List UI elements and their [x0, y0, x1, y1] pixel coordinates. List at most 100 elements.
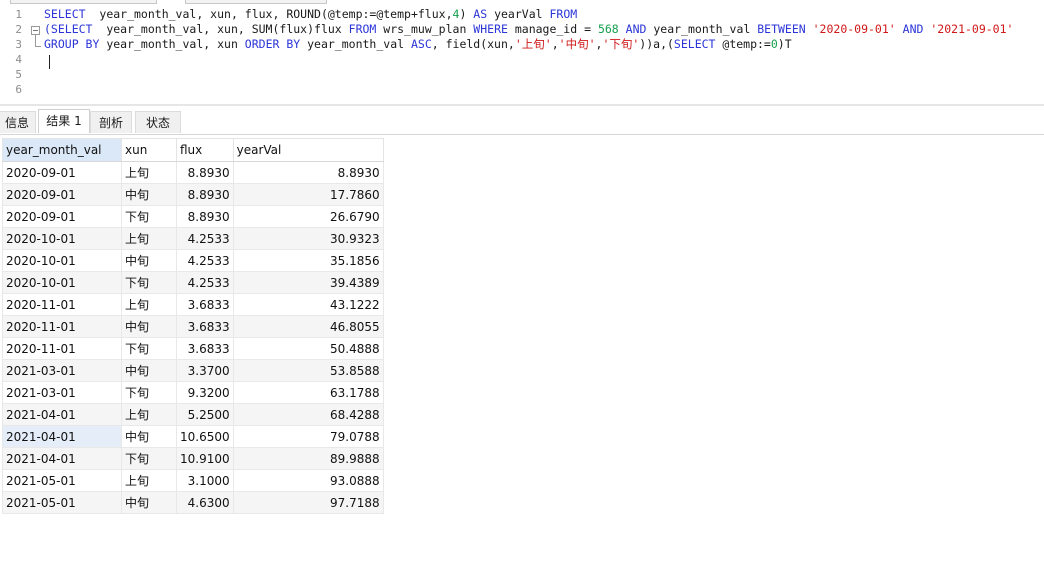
column-header-yearval[interactable]: yearVal [232, 138, 384, 162]
cell-year-month-val[interactable]: 2020-09-01 [2, 183, 122, 206]
cell-year-month-val[interactable]: 2020-10-01 [2, 227, 122, 250]
column-header-year-month-val[interactable]: year_month_val [2, 138, 122, 162]
cell-xun[interactable]: 下旬 [121, 337, 177, 360]
table-row[interactable]: 2020-11-01 上旬 3.6833 43.1222 [2, 293, 384, 316]
table-row[interactable]: 2020-09-01 中旬 8.8930 17.7860 [2, 183, 384, 206]
table-row[interactable]: 2021-05-01 上旬 3.1000 93.0888 [2, 469, 384, 492]
cell-xun[interactable]: 下旬 [121, 205, 177, 228]
cell-xun[interactable]: 下旬 [121, 447, 177, 470]
cell-xun[interactable]: 上旬 [121, 469, 177, 492]
cell-xun[interactable]: 中旬 [121, 425, 177, 448]
cell-yearval[interactable]: 63.1788 [232, 381, 384, 404]
table-row[interactable]: 2020-09-01 下旬 8.8930 26.6790 [2, 205, 384, 228]
result-grid[interactable]: year_month_val xun flux yearVal 2020-09-… [2, 138, 384, 514]
sql-editor[interactable]: 1 2 3 4 5 6 SELECT year_month_val, xun, … [0, 4, 1044, 104]
cell-xun[interactable]: 中旬 [121, 183, 177, 206]
cell-xun[interactable]: 中旬 [121, 359, 177, 382]
cell-year-month-val[interactable]: 2020-09-01 [2, 205, 122, 228]
cell-year-month-val[interactable]: 2020-09-01 [2, 161, 122, 184]
table-row[interactable]: 2021-04-01 下旬 10.9100 89.9888 [2, 447, 384, 470]
table-row[interactable]: 2020-10-01 上旬 4.2533 30.9323 [2, 227, 384, 250]
cell-xun[interactable]: 上旬 [121, 403, 177, 426]
cell-yearval[interactable]: 93.0888 [232, 469, 384, 492]
cell-flux[interactable]: 4.6300 [176, 491, 234, 514]
table-row[interactable]: 2021-04-01 上旬 5.2500 68.4288 [2, 403, 384, 426]
cell-yearval[interactable]: 46.8055 [232, 315, 384, 338]
cell-flux[interactable]: 4.2533 [176, 249, 234, 272]
table-row[interactable]: 2020-11-01 下旬 3.6833 50.4888 [2, 337, 384, 360]
cell-yearval[interactable]: 26.6790 [232, 205, 384, 228]
line-number: 4 [15, 53, 22, 66]
cell-year-month-val[interactable]: 2020-11-01 [2, 315, 122, 338]
cell-flux[interactable]: 4.2533 [176, 271, 234, 294]
cell-xun[interactable]: 上旬 [121, 227, 177, 250]
cell-year-month-val[interactable]: 2020-11-01 [2, 337, 122, 360]
cell-yearval[interactable]: 30.9323 [232, 227, 384, 250]
fold-toggle-icon[interactable] [31, 26, 40, 35]
cell-xun[interactable]: 下旬 [121, 271, 177, 294]
editor-splitter[interactable] [0, 104, 1044, 106]
cell-yearval[interactable]: 53.8588 [232, 359, 384, 382]
cell-xun[interactable]: 上旬 [121, 293, 177, 316]
cell-flux[interactable]: 8.8930 [176, 205, 234, 228]
cell-yearval[interactable]: 17.7860 [232, 183, 384, 206]
cell-yearval[interactable]: 89.9888 [232, 447, 384, 470]
cell-flux[interactable]: 3.6833 [176, 293, 234, 316]
cell-xun[interactable]: 上旬 [121, 161, 177, 184]
cell-flux[interactable]: 9.3200 [176, 381, 234, 404]
code-token: SELECT [44, 7, 86, 21]
cell-flux[interactable]: 5.2500 [176, 403, 234, 426]
cell-xun[interactable]: 下旬 [121, 381, 177, 404]
table-row[interactable]: 2020-11-01 中旬 3.6833 46.8055 [2, 315, 384, 338]
cell-yearval[interactable]: 97.7188 [232, 491, 384, 514]
code-token: '2020-09-01' [812, 22, 896, 36]
table-row[interactable]: 2020-10-01 中旬 4.2533 35.1856 [2, 249, 384, 272]
cell-flux[interactable]: 4.2533 [176, 227, 234, 250]
line-number: 2 [15, 23, 22, 36]
tab-info[interactable]: 信息 [0, 111, 36, 133]
table-row[interactable]: 2021-03-01 中旬 3.3700 53.8588 [2, 359, 384, 382]
cell-year-month-val[interactable]: 2021-03-01 [2, 381, 122, 404]
cell-year-month-val[interactable]: 2020-10-01 [2, 249, 122, 272]
fold-guide-end [35, 46, 41, 47]
cell-flux[interactable]: 8.8930 [176, 183, 234, 206]
tab-status[interactable]: 状态 [135, 111, 181, 133]
cell-yearval[interactable]: 68.4288 [232, 403, 384, 426]
tab-result-1[interactable]: 结果 1 [38, 109, 90, 133]
cell-year-month-val[interactable]: 2021-04-01 [2, 425, 122, 448]
cell-year-month-val[interactable]: 2021-03-01 [2, 359, 122, 382]
table-row[interactable]: 2021-05-01 中旬 4.6300 97.7188 [2, 491, 384, 514]
cell-year-month-val[interactable]: 2020-11-01 [2, 293, 122, 316]
cell-flux[interactable]: 3.1000 [176, 469, 234, 492]
cell-yearval[interactable]: 79.0788 [232, 425, 384, 448]
cell-xun[interactable]: 中旬 [121, 249, 177, 272]
tab-profile[interactable]: 剖析 [90, 111, 132, 133]
table-row[interactable]: 2020-09-01 上旬 8.8930 8.8930 [2, 161, 384, 184]
table-row[interactable]: 2021-04-01 中旬 10.6500 79.0788 [2, 425, 384, 448]
table-row[interactable]: 2020-10-01 下旬 4.2533 39.4389 [2, 271, 384, 294]
cell-yearval[interactable]: 39.4389 [232, 271, 384, 294]
cell-year-month-val[interactable]: 2021-05-01 [2, 469, 122, 492]
cell-year-month-val[interactable]: 2020-10-01 [2, 271, 122, 294]
code-token: yearVal [487, 7, 550, 21]
column-header-flux[interactable]: flux [176, 138, 234, 162]
cell-yearval[interactable]: 8.8930 [232, 161, 384, 184]
code-token: year_month_val [300, 37, 411, 51]
cell-flux[interactable]: 10.6500 [176, 425, 234, 448]
cell-flux[interactable]: 3.3700 [176, 359, 234, 382]
cell-yearval[interactable]: 43.1222 [232, 293, 384, 316]
cell-flux[interactable]: 10.9100 [176, 447, 234, 470]
cell-year-month-val[interactable]: 2021-04-01 [2, 403, 122, 426]
table-row[interactable]: 2021-03-01 下旬 9.3200 63.1788 [2, 381, 384, 404]
code-token: , field(xun, [431, 37, 515, 51]
cell-yearval[interactable]: 50.4888 [232, 337, 384, 360]
column-header-xun[interactable]: xun [121, 138, 177, 162]
cell-xun[interactable]: 中旬 [121, 315, 177, 338]
cell-flux[interactable]: 8.8930 [176, 161, 234, 184]
cell-yearval[interactable]: 35.1856 [232, 249, 384, 272]
cell-flux[interactable]: 3.6833 [176, 315, 234, 338]
cell-year-month-val[interactable]: 2021-04-01 [2, 447, 122, 470]
cell-xun[interactable]: 中旬 [121, 491, 177, 514]
cell-flux[interactable]: 3.6833 [176, 337, 234, 360]
cell-year-month-val[interactable]: 2021-05-01 [2, 491, 122, 514]
